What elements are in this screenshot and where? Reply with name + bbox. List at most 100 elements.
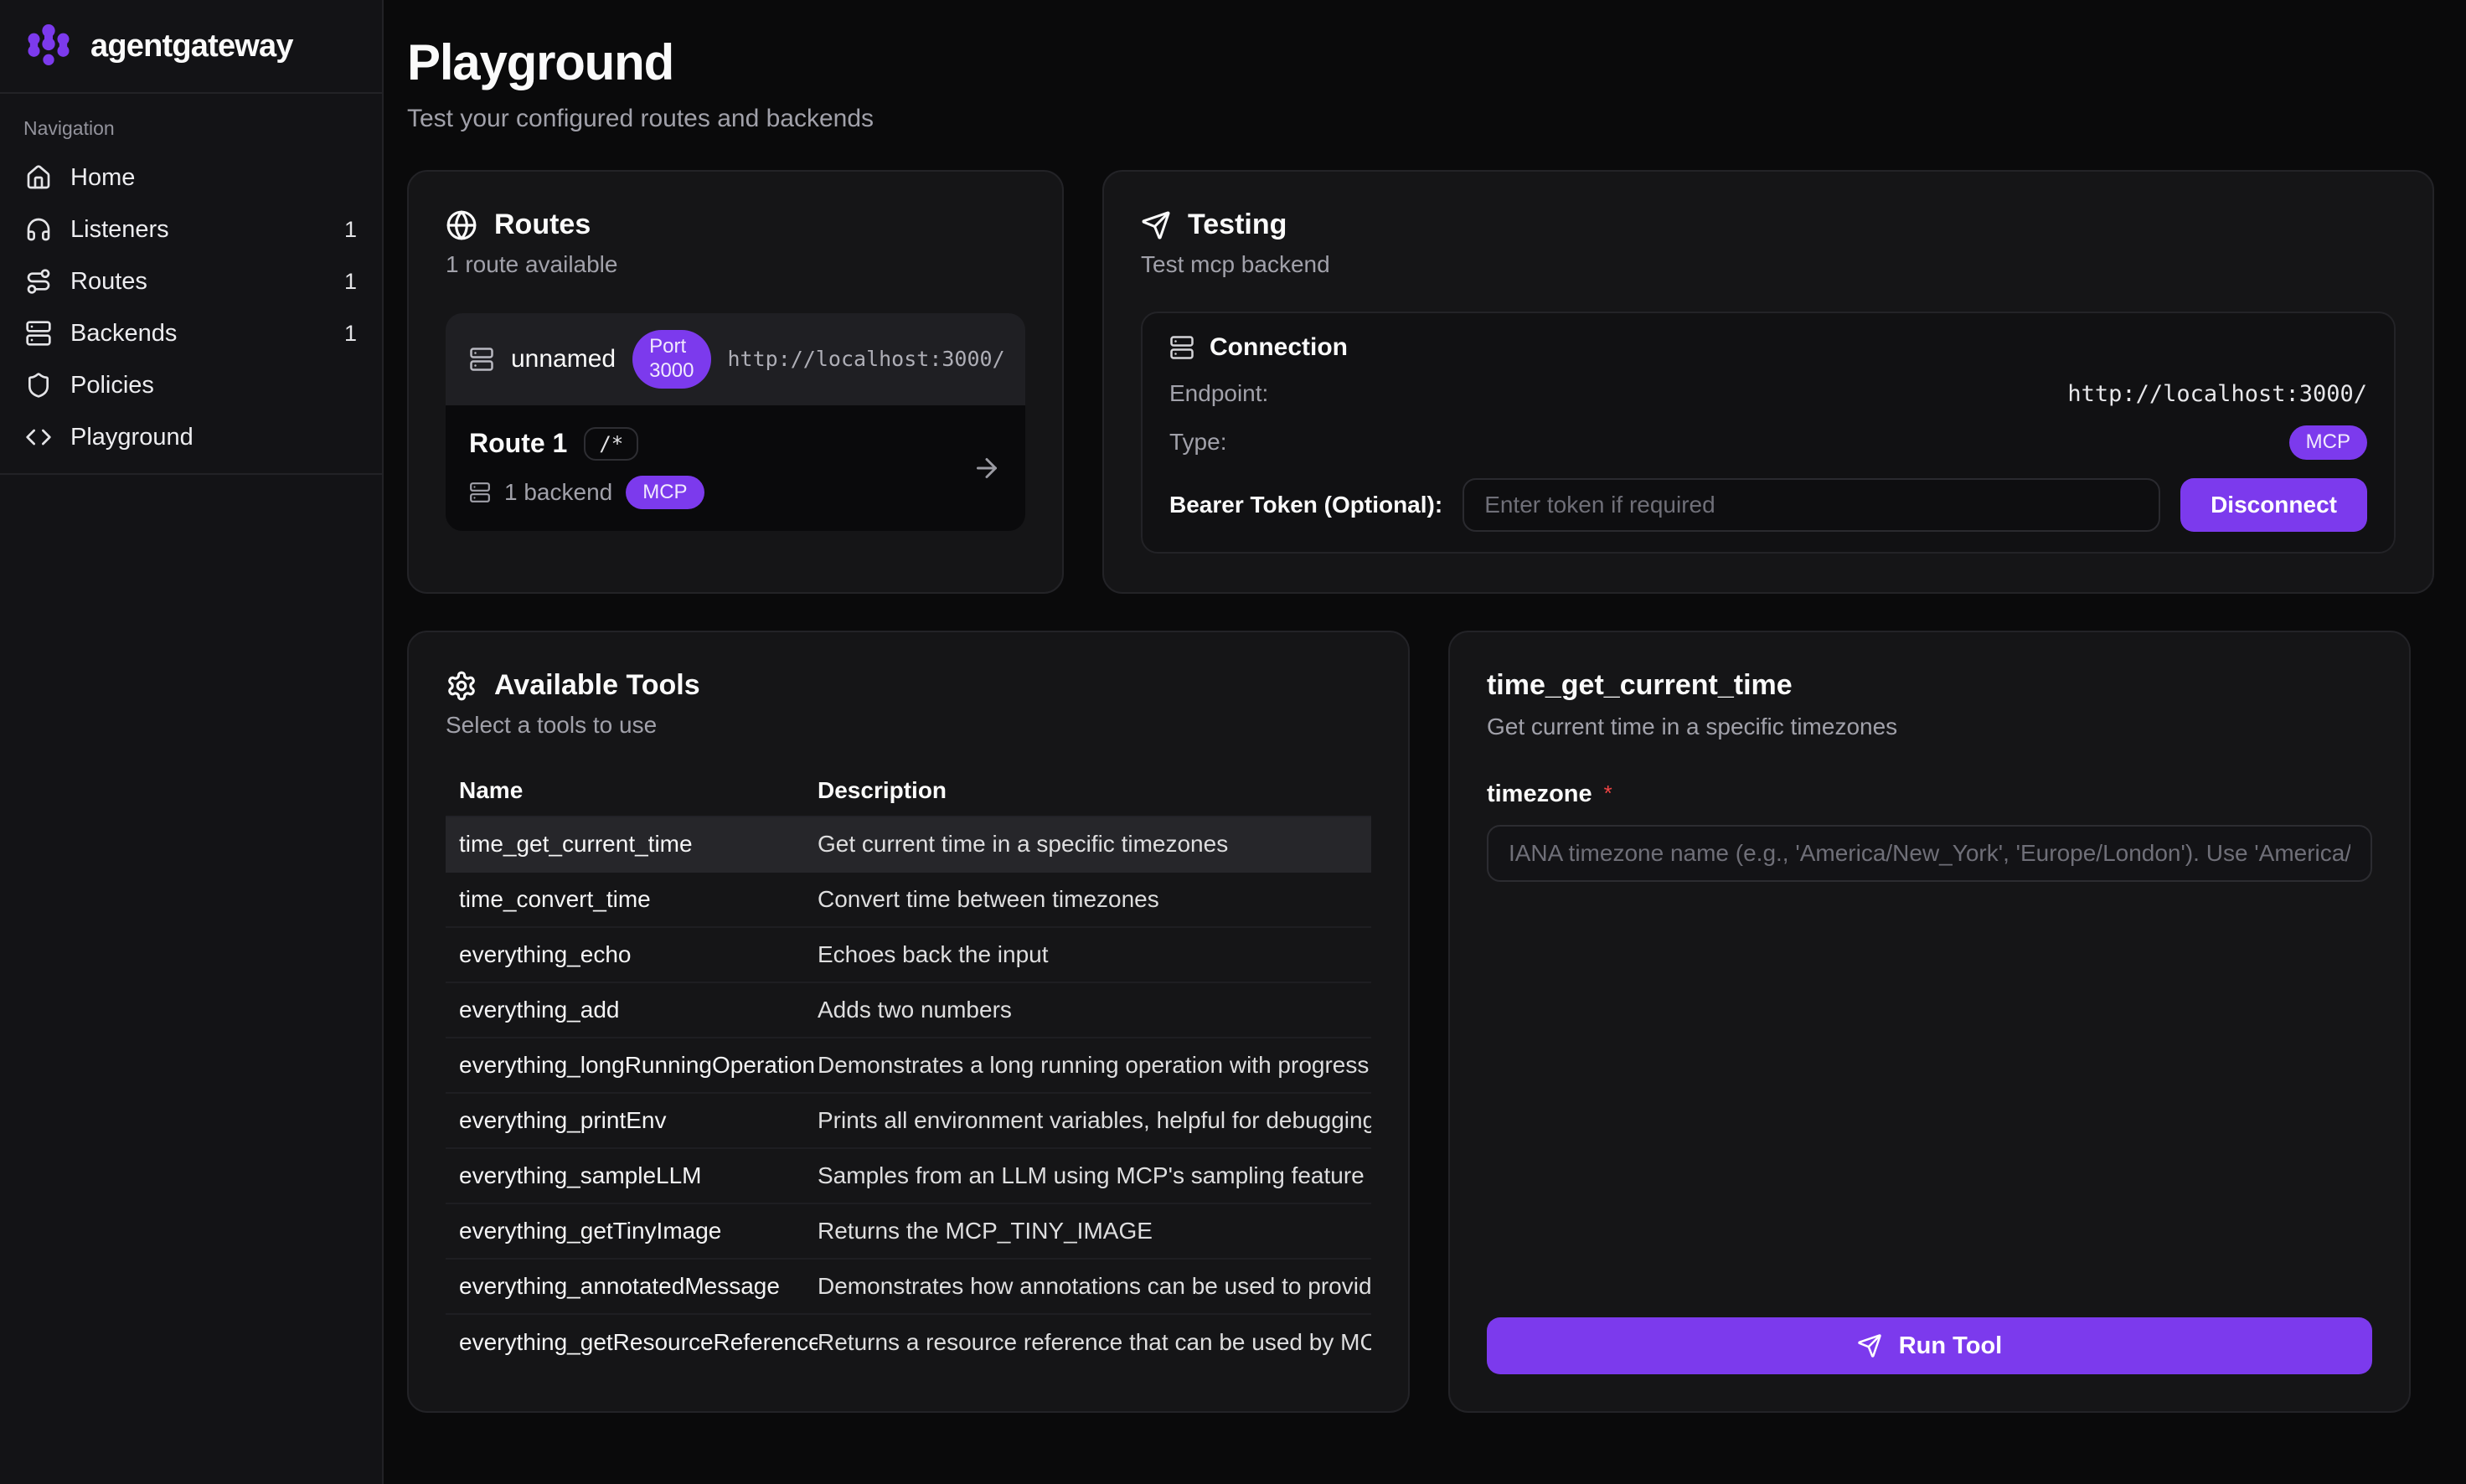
routes-card-header: Routes bbox=[446, 209, 1025, 241]
sidebar-item-label: Policies bbox=[70, 372, 154, 399]
table-row[interactable]: time_convert_time Convert time between t… bbox=[446, 873, 1371, 928]
endpoint-value: http://localhost:3000/ bbox=[2067, 381, 2367, 407]
table-row[interactable]: everything_getResourceReference Returns … bbox=[446, 1315, 1371, 1370]
table-row[interactable]: everything_echo Echoes back the input bbox=[446, 928, 1371, 983]
column-header-name: Name bbox=[446, 777, 818, 804]
route-name: Route 1 bbox=[469, 428, 567, 459]
main-content: Playground Test your configured routes a… bbox=[384, 0, 2466, 1484]
server-icon bbox=[469, 347, 494, 372]
brand-name: agentgateway bbox=[90, 28, 293, 64]
tools-table-header: Name Description bbox=[446, 765, 1371, 817]
bearer-token-label: Bearer Token (Optional): bbox=[1169, 492, 1442, 518]
tool-desc-cell: Returns the MCP_TINY_IMAGE bbox=[818, 1218, 1371, 1244]
type-row: Type: MCP bbox=[1169, 425, 2367, 460]
run-tool-label: Run Tool bbox=[1899, 1332, 2002, 1360]
timezone-input[interactable] bbox=[1487, 825, 2372, 882]
arrow-right-icon[interactable] bbox=[972, 453, 1002, 483]
send-icon bbox=[1141, 210, 1171, 240]
server-icon bbox=[25, 320, 52, 347]
tool-desc-cell: Adds two numbers bbox=[818, 997, 1371, 1023]
table-row[interactable]: everything_longRunningOperation Demonstr… bbox=[446, 1038, 1371, 1094]
tool-name-cell: everything_annotatedMessage bbox=[446, 1273, 818, 1300]
table-row[interactable]: everything_getTinyImage Returns the MCP_… bbox=[446, 1204, 1371, 1260]
sidebar-item-playground[interactable]: Playground bbox=[0, 411, 382, 463]
connection-title: Connection bbox=[1210, 333, 1348, 362]
tool-name-cell: time_convert_time bbox=[446, 886, 818, 913]
brand[interactable]: agentgateway bbox=[0, 0, 382, 94]
tool-desc-cell: Samples from an LLM using MCP's sampling… bbox=[818, 1162, 1371, 1189]
agentgateway-logo-icon bbox=[23, 21, 74, 71]
sidebar-item-label: Home bbox=[70, 164, 135, 192]
sidebar-item-backends[interactable]: Backends 1 bbox=[0, 307, 382, 359]
table-row[interactable]: time_get_current_time Get current time i… bbox=[446, 817, 1371, 873]
sidebar-item-policies[interactable]: Policies bbox=[0, 359, 382, 411]
testing-card-header: Testing bbox=[1141, 209, 2396, 241]
testing-card-subtitle: Test mcp backend bbox=[1141, 251, 2396, 278]
table-row[interactable]: everything_annotatedMessage Demonstrates… bbox=[446, 1260, 1371, 1315]
run-tool-button[interactable]: Run Tool bbox=[1487, 1317, 2372, 1374]
table-row[interactable]: everything_add Adds two numbers bbox=[446, 983, 1371, 1038]
listener-name: unnamed bbox=[511, 345, 616, 374]
sidebar-item-routes[interactable]: Routes 1 bbox=[0, 255, 382, 307]
route-icon bbox=[25, 268, 52, 295]
shield-icon bbox=[25, 372, 52, 399]
column-header-description: Description bbox=[818, 777, 1371, 804]
route-type-badge: MCP bbox=[626, 476, 704, 510]
tool-name-cell: everything_sampleLLM bbox=[446, 1162, 818, 1189]
timezone-field-label-row: timezone * bbox=[1487, 781, 2372, 808]
listener-row[interactable]: unnamed Port 3000 http://localhost:3000/ bbox=[446, 313, 1025, 405]
required-asterisk: * bbox=[1604, 782, 1612, 804]
page-subtitle: Test your configured routes and backends bbox=[407, 105, 2434, 133]
route-list-item[interactable]: Route 1 /* 1 backend MCP bbox=[446, 405, 1025, 532]
tool-name-cell: time_get_current_time bbox=[446, 831, 818, 858]
sidebar-item-count: 1 bbox=[344, 321, 357, 347]
sidebar-item-label: Listeners bbox=[70, 216, 169, 244]
tool-name-cell: everything_printEnv bbox=[446, 1107, 818, 1134]
tool-desc-cell: Demonstrates how annotations can be used… bbox=[818, 1273, 1371, 1300]
sidebar-item-listeners[interactable]: Listeners 1 bbox=[0, 204, 382, 255]
route-path-badge: /* bbox=[584, 427, 638, 461]
top-row: Routes 1 route available unnamed Port 30… bbox=[407, 170, 2434, 594]
server-icon bbox=[469, 482, 491, 503]
testing-card: Testing Test mcp backend Connection Endp… bbox=[1102, 170, 2434, 594]
sidebar: agentgateway Navigation Home Listeners 1 bbox=[0, 0, 384, 1484]
tools-table: Name Description time_get_current_time G… bbox=[446, 765, 1371, 1370]
gear-icon bbox=[446, 670, 477, 702]
tool-desc-cell: Returns a resource reference that can be… bbox=[818, 1329, 1371, 1356]
globe-icon bbox=[446, 209, 477, 241]
code-icon bbox=[25, 424, 52, 451]
nav-section-label: Navigation bbox=[23, 117, 355, 140]
routes-card: Routes 1 route available unnamed Port 30… bbox=[407, 170, 1064, 594]
tool-runner-card: time_get_current_time Get current time i… bbox=[1448, 631, 2411, 1413]
sidebar-item-count: 1 bbox=[344, 217, 357, 243]
tool-name-cell: everything_add bbox=[446, 997, 818, 1023]
table-row[interactable]: everything_printEnv Prints all environme… bbox=[446, 1094, 1371, 1149]
tool-desc-cell: Demonstrates a long running operation wi… bbox=[818, 1052, 1371, 1079]
timezone-field-label: timezone bbox=[1487, 781, 1592, 808]
mcp-type-badge: MCP bbox=[2289, 425, 2367, 460]
app-root: agentgateway Navigation Home Listeners 1 bbox=[0, 0, 2466, 1484]
server-icon bbox=[1169, 335, 1194, 360]
tool-name-cell: everything_getTinyImage bbox=[446, 1218, 818, 1244]
sidebar-item-label: Routes bbox=[70, 268, 147, 296]
home-icon bbox=[25, 164, 52, 191]
listener-group: unnamed Port 3000 http://localhost:3000/… bbox=[446, 313, 1025, 531]
sidebar-divider bbox=[0, 473, 382, 475]
routes-card-subtitle: 1 route available bbox=[446, 251, 1025, 278]
connection-panel: Connection Endpoint: http://localhost:30… bbox=[1141, 312, 2396, 554]
table-row[interactable]: everything_sampleLLM Samples from an LLM… bbox=[446, 1149, 1371, 1204]
connection-header: Connection bbox=[1169, 333, 2367, 362]
bearer-token-input[interactable] bbox=[1463, 478, 2160, 532]
spacer bbox=[1487, 882, 2372, 1317]
sidebar-item-home[interactable]: Home bbox=[0, 152, 382, 204]
testing-card-title: Testing bbox=[1188, 209, 1287, 241]
tool-name-cell: everything_echo bbox=[446, 941, 818, 968]
bottom-row: Available Tools Select a tools to use Na… bbox=[407, 631, 2411, 1413]
route-info: Route 1 /* 1 backend MCP bbox=[469, 427, 704, 510]
tool-desc-cell: Get current time in a specific timezones bbox=[818, 831, 1371, 858]
disconnect-button[interactable]: Disconnect bbox=[2180, 478, 2367, 532]
sidebar-item-label: Playground bbox=[70, 424, 193, 451]
tool-runner-subtitle: Get current time in a specific timezones bbox=[1487, 714, 2372, 740]
listener-url: http://localhost:3000/ bbox=[728, 347, 1005, 371]
tool-desc-cell: Echoes back the input bbox=[818, 941, 1371, 968]
